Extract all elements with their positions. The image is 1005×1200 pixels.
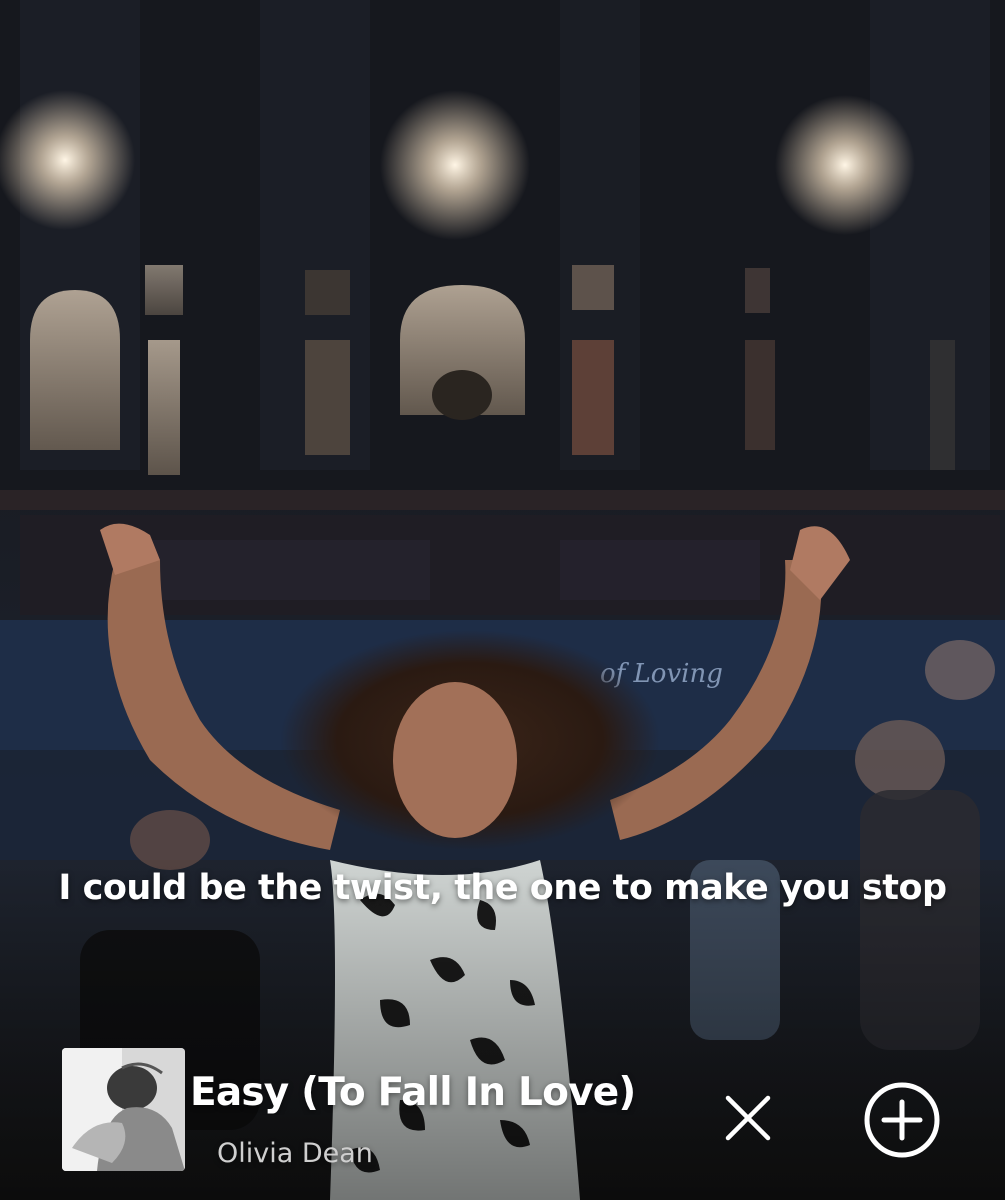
track-title[interactable]: Easy (To Fall In Love) bbox=[190, 1070, 670, 1115]
close-button[interactable] bbox=[720, 1090, 776, 1146]
current-lyric-line: I could be the twist, the one to make yo… bbox=[58, 868, 947, 908]
add-circle-icon bbox=[864, 1082, 940, 1158]
add-to-library-button[interactable] bbox=[862, 1080, 942, 1160]
track-artist[interactable]: Olivia Dean bbox=[217, 1138, 373, 1169]
album-art[interactable] bbox=[62, 1048, 185, 1171]
album-art-image bbox=[62, 1048, 185, 1171]
video-background: of Loving bbox=[0, 0, 1005, 1200]
now-playing-bar[interactable]: Easy (To Fall In Love) Olivia Dean bbox=[0, 1040, 1005, 1200]
close-icon bbox=[725, 1095, 771, 1141]
music-video-frame: of Loving bbox=[0, 0, 1005, 1200]
